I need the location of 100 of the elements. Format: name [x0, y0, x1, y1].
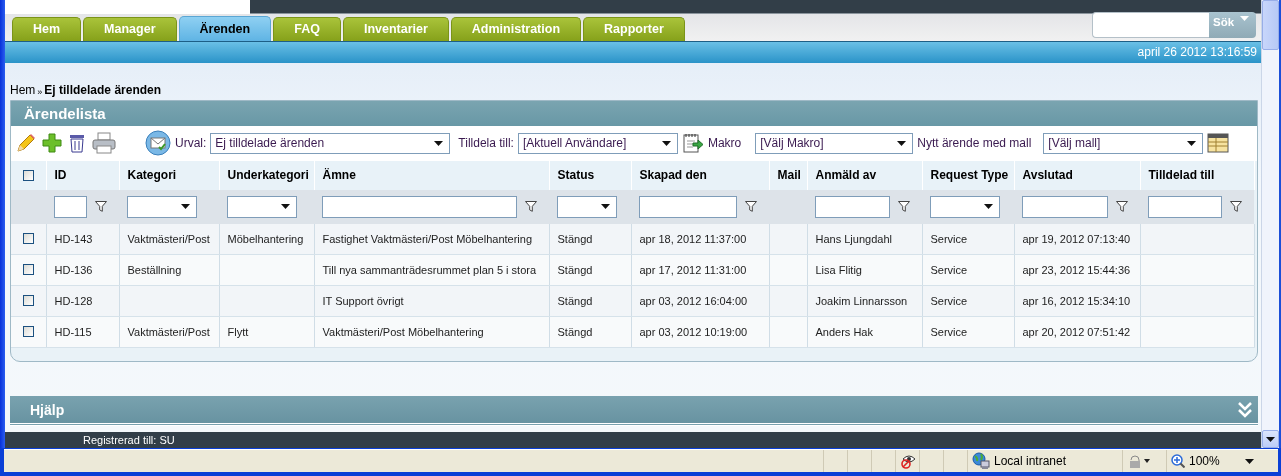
table-cell: apr 18, 2012 11:37:00 — [639, 232, 747, 245]
filter-dropdown[interactable] — [557, 195, 617, 218]
filter-icon[interactable] — [898, 201, 910, 213]
table-cell: Service — [930, 325, 968, 338]
printer-icon[interactable] — [91, 132, 117, 155]
table-cell: Fastighet Vaktmästeri/Post Möbelhantering — [322, 232, 532, 245]
help-title: Hjälp — [30, 401, 65, 418]
table-cell: Vaktmästeri/Post — [127, 232, 210, 245]
column-header[interactable]: ID — [46, 160, 119, 190]
trash-icon[interactable] — [67, 132, 87, 155]
caret-icon — [984, 204, 993, 210]
notepad-arrow-icon[interactable] — [681, 132, 704, 155]
column-header[interactable]: Avslutad — [1014, 160, 1140, 190]
row-checkbox[interactable] — [23, 326, 34, 338]
plus-icon[interactable] — [41, 132, 63, 155]
filter-field[interactable] — [1148, 195, 1222, 218]
filter-field[interactable] — [639, 195, 737, 218]
caret-icon — [181, 204, 190, 210]
table-cell: Vaktmästeri/Post Möbelhantering — [322, 325, 484, 338]
table-icon[interactable] — [1207, 132, 1230, 155]
selection-label: Urval: — [175, 136, 207, 151]
macro-dropdown[interactable]: [Välj Makro] — [755, 132, 914, 154]
template-label: Nytt ärende med mall — [917, 136, 1032, 151]
globe-computer-icon — [972, 452, 990, 470]
filter-dropdown[interactable] — [227, 195, 297, 218]
scrollbar[interactable] — [1261, 0, 1279, 448]
column-header[interactable]: Request Type — [922, 160, 1014, 190]
select-all-checkbox[interactable] — [23, 169, 34, 181]
table-cell: Service — [930, 263, 968, 276]
scrollbar-thumb[interactable] — [1262, 0, 1279, 50]
footer-text: Registrerad till: SU — [83, 434, 175, 446]
table-cell: Hans Ljungdahl — [815, 232, 892, 245]
envelope-check-icon[interactable] — [145, 130, 171, 157]
macro-label: Makro — [707, 136, 742, 151]
lock-icon[interactable] — [1127, 454, 1151, 468]
column-header[interactable]: Kategori — [119, 160, 219, 190]
column-header[interactable]: Anmäld av — [807, 160, 922, 190]
column-header[interactable]: Ämne — [314, 160, 549, 190]
filter-icon[interactable] — [1230, 201, 1242, 213]
filter-field[interactable] — [815, 195, 890, 218]
double-chevron-icon[interactable] — [1238, 401, 1252, 418]
table-cell: Stängd — [557, 325, 593, 338]
table-cell: Vaktmästeri/Post — [127, 325, 210, 338]
assign-label: Tilldela till: — [458, 136, 514, 151]
table-cell: Lisa Flitig — [815, 263, 862, 276]
panel-title: Ärendelista — [11, 100, 1257, 126]
template-dropdown[interactable]: [Välj mall] — [1043, 132, 1204, 154]
caret-icon — [897, 140, 907, 146]
table-cell: Möbelhantering — [227, 232, 304, 245]
row-checkbox[interactable] — [23, 233, 34, 245]
filter-icon[interactable] — [525, 201, 537, 213]
assign-dropdown[interactable]: [Aktuell Användare] — [517, 132, 678, 154]
table-cell: Beställning — [127, 263, 182, 276]
table-cell: HD-136 — [54, 263, 93, 276]
table-cell: HD-115 — [54, 325, 92, 338]
search-field[interactable] — [1092, 11, 1209, 38]
filter-dropdown[interactable] — [930, 195, 1000, 218]
table-cell: Anders Hak — [815, 325, 873, 338]
filter-icon[interactable] — [1116, 201, 1128, 213]
caret-icon — [1245, 458, 1254, 464]
table-cell: HD-143 — [54, 232, 93, 245]
breadcrumb-link[interactable]: Hem — [10, 82, 36, 97]
caret-icon — [281, 204, 290, 210]
column-header[interactable]: Tilldelad till — [1140, 160, 1254, 190]
row-checkbox[interactable] — [23, 264, 34, 276]
table-cell: Stängd — [557, 294, 593, 307]
zone-text: Local intranet — [994, 454, 1067, 468]
filter-icon[interactable] — [745, 201, 757, 213]
table-cell: apr 16, 2012 15:34:10 — [1022, 294, 1131, 307]
zoom-level[interactable]: 100% — [1189, 454, 1220, 468]
table-cell: apr 03, 2012 10:19:00 — [639, 325, 748, 338]
scroll-down-icon — [1266, 436, 1275, 442]
caret-icon — [661, 140, 671, 146]
caret-icon — [1187, 140, 1197, 146]
caret-icon — [434, 140, 444, 146]
filter-dropdown[interactable] — [127, 195, 197, 218]
nav-tab[interactable]: Ärenden — [178, 15, 272, 41]
pencil-icon[interactable] — [15, 132, 37, 155]
blocked-eye-icon[interactable] — [900, 453, 918, 469]
table-cell: apr 23, 2012 15:44:36 — [1022, 263, 1131, 276]
row-checkbox[interactable] — [23, 295, 34, 307]
filter-field[interactable] — [1022, 195, 1108, 218]
breadcrumb-separator: » — [37, 86, 43, 97]
zoom-icon[interactable] — [1171, 454, 1185, 468]
table-cell: Stängd — [557, 232, 593, 245]
filter-icon[interactable] — [95, 201, 107, 213]
filter-field[interactable] — [54, 195, 87, 218]
table-cell: Flytt — [227, 325, 249, 338]
table-cell: IT Support övrigt — [322, 294, 404, 307]
column-header[interactable]: Skapad den — [631, 160, 769, 190]
column-header[interactable]: Underkategori — [219, 160, 314, 190]
filter-field[interactable] — [322, 195, 517, 218]
table-cell: apr 17, 2012 11:31:00 — [639, 263, 747, 276]
column-header[interactable]: Status — [549, 160, 631, 190]
selection-dropdown[interactable]: Ej tilldelade ärenden — [210, 132, 451, 154]
table-cell: Joakim Linnarsson — [815, 294, 908, 307]
table-cell: apr 03, 2012 16:04:00 — [639, 294, 748, 307]
table-cell: Service — [930, 294, 968, 307]
caret-icon — [601, 204, 610, 210]
table-cell: Stängd — [557, 263, 593, 276]
